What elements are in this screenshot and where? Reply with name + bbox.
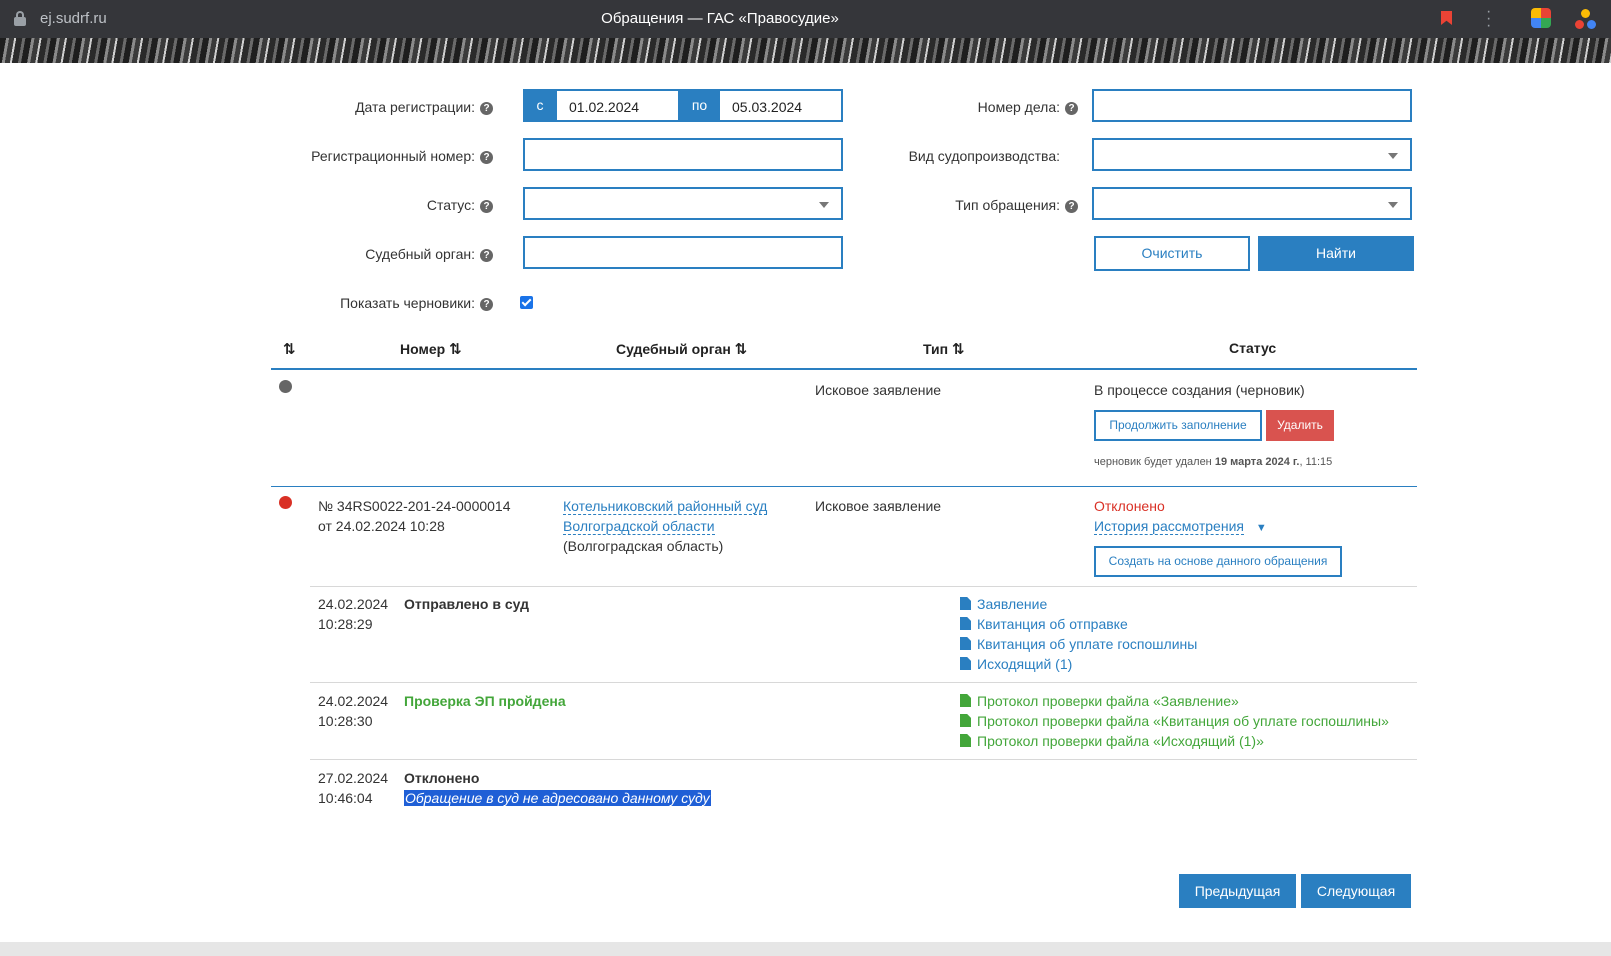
file-icon — [960, 657, 971, 670]
bookmark-icon[interactable] — [1441, 11, 1452, 25]
history-docs: Протокол проверки файла «Заявление» Прот… — [960, 691, 1389, 751]
doc-link[interactable]: Заявление — [960, 594, 1197, 614]
window-title: Обращения — ГАС «Правосудие» — [601, 10, 839, 27]
row2-court-link[interactable]: Котельниковский районный суд — [563, 496, 768, 516]
status-dot-gray — [279, 380, 292, 393]
help-icon[interactable]: ? — [480, 151, 493, 164]
column-status: Статус — [1229, 340, 1277, 356]
row2-date: от 24.02.2024 10:28 — [318, 518, 445, 534]
status-label: Статус:? — [300, 197, 493, 213]
continue-filling-button[interactable]: Продолжить заполнение — [1094, 410, 1262, 441]
header-banner — [0, 38, 1611, 63]
header-divider — [271, 368, 1417, 370]
delete-button[interactable]: Удалить — [1266, 410, 1334, 441]
status-dot-red — [279, 496, 292, 509]
rejection-reason: Обращение в суд не адресовано данному су… — [404, 790, 711, 806]
doc-link[interactable]: Исходящий (1) — [960, 654, 1197, 674]
date-to-input[interactable]: 05.03.2024 — [720, 89, 843, 122]
case-number-label: Номер дела:? — [900, 99, 1078, 115]
doc-link[interactable]: Протокол проверки файла «Заявление» — [960, 691, 1389, 711]
history-time: 10:28:29 — [318, 616, 373, 632]
history-docs: Заявление Квитанция об отправке Квитанци… — [960, 594, 1197, 674]
row2-type: Исковое заявление — [815, 498, 942, 514]
row1-type: Исковое заявление — [815, 382, 942, 398]
create-from-appeal-button[interactable]: Создать на основе данного обращения — [1094, 546, 1342, 577]
sort-icon: ⇅ — [449, 341, 462, 358]
find-button[interactable]: Найти — [1258, 236, 1414, 271]
extension-icon[interactable] — [1531, 8, 1551, 28]
file-icon — [960, 734, 971, 747]
reg-number-label: Регистрационный номер:? — [260, 148, 493, 164]
column-number[interactable]: Номер ⇅ — [400, 340, 462, 358]
date-from-input[interactable]: 01.02.2024 — [557, 89, 679, 122]
file-icon — [960, 694, 971, 707]
help-icon[interactable]: ? — [480, 102, 493, 115]
date-to-prefix: по — [678, 89, 721, 122]
history-time: 10:28:30 — [318, 713, 373, 729]
column-type[interactable]: Тип ⇅ — [923, 340, 965, 358]
help-icon[interactable]: ? — [1065, 200, 1078, 213]
doc-link[interactable]: Протокол проверки файла «Квитанция об уп… — [960, 711, 1389, 731]
history-event: Проверка ЭП пройдена — [404, 693, 566, 709]
history-link[interactable]: История рассмотрения ▼ — [1094, 516, 1267, 538]
prev-page-button[interactable]: Предыдущая — [1179, 874, 1296, 908]
appeal-type-label: Тип обращения:? — [880, 197, 1078, 213]
sort-all-icon[interactable]: ⇅ — [283, 340, 296, 358]
next-page-button[interactable]: Следующая — [1301, 874, 1411, 908]
history-event: Отправлено в суд — [404, 596, 529, 612]
appeal-type-select[interactable] — [1092, 187, 1412, 220]
court-label: Судебный орган:? — [300, 246, 493, 262]
history-divider — [310, 586, 1417, 587]
date-from-prefix: с — [523, 89, 557, 122]
help-icon[interactable]: ? — [480, 298, 493, 311]
proceeding-type-label: Вид судопроизводства: — [908, 148, 1060, 164]
case-number-input[interactable] — [1092, 89, 1412, 122]
help-icon[interactable]: ? — [480, 200, 493, 213]
menu-dots-icon[interactable]: · · · — [1486, 4, 1492, 34]
doc-link[interactable]: Квитанция об отправке — [960, 614, 1197, 634]
chevron-down-icon — [1388, 153, 1398, 159]
triangle-down-icon: ▼ — [1255, 522, 1267, 534]
history-date: 27.02.2024 — [318, 770, 389, 786]
page-footer — [0, 942, 1611, 956]
history-time: 10:46:04 — [318, 790, 373, 806]
column-court[interactable]: Судебный орган ⇅ — [616, 340, 747, 358]
file-icon — [960, 597, 971, 610]
history-date: 24.02.2024 — [318, 596, 389, 612]
row2-number: № 34RS0022-201-24-0000014 — [318, 498, 511, 514]
history-divider — [310, 759, 1417, 760]
file-icon — [960, 714, 971, 727]
show-drafts-label: Показать черновики:? — [300, 295, 493, 311]
row2-status: Отклонено — [1094, 498, 1165, 514]
show-drafts-checkbox[interactable] — [520, 296, 533, 309]
history-date: 24.02.2024 — [318, 693, 389, 709]
chevron-down-icon — [819, 202, 829, 208]
assistant-icon[interactable] — [1575, 9, 1597, 31]
history-event: Отклонено — [404, 770, 480, 786]
proceeding-type-select[interactable] — [1092, 138, 1412, 171]
draft-delete-note: черновик будет удален 19 марта 2024 г., … — [1094, 456, 1333, 468]
row2-court-link-2[interactable]: Волгоградской области — [563, 516, 715, 536]
reg-date-label: Дата регистрации:? — [300, 99, 493, 115]
sort-icon: ⇅ — [734, 341, 748, 358]
chevron-down-icon — [1388, 202, 1398, 208]
clear-button[interactable]: Очистить — [1094, 236, 1250, 271]
doc-link[interactable]: Квитанция об уплате госпошлины — [960, 634, 1197, 654]
row2-court-region: (Волгоградская область) — [563, 538, 724, 554]
file-icon — [960, 617, 971, 630]
help-icon[interactable]: ? — [480, 249, 493, 262]
reg-number-input[interactable] — [523, 138, 843, 171]
help-icon[interactable]: ? — [1065, 102, 1078, 115]
status-select[interactable] — [523, 187, 843, 220]
file-icon — [960, 637, 971, 650]
sort-icon: ⇅ — [951, 341, 965, 358]
row-divider — [271, 486, 1417, 487]
court-input[interactable] — [523, 236, 843, 269]
history-divider — [310, 682, 1417, 683]
row1-status: В процессе создания (черновик) — [1094, 382, 1305, 398]
browser-toolbar: ej.sudrf.ru Обращения — ГАС «Правосудие»… — [0, 0, 1611, 38]
doc-link[interactable]: Протокол проверки файла «Исходящий (1)» — [960, 731, 1389, 751]
